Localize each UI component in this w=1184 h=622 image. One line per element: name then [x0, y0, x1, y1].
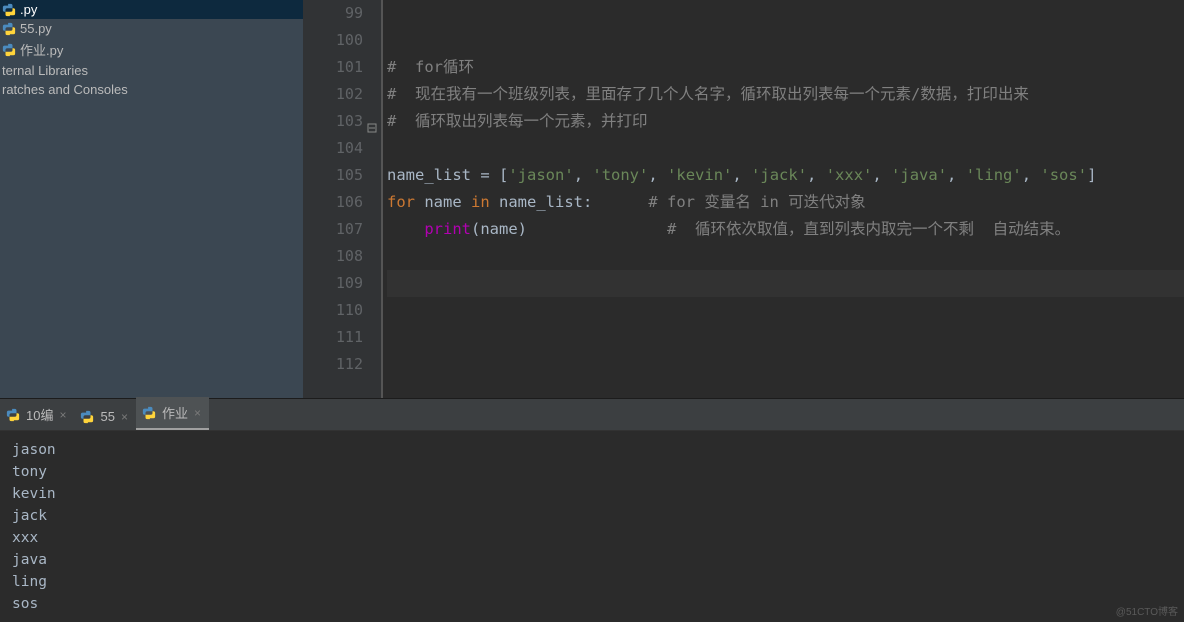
- tree-item[interactable]: 作业.py: [0, 38, 303, 61]
- code-editor[interactable]: 9910010110210310410510610710810911011111…: [303, 0, 1184, 398]
- code-line[interactable]: [387, 270, 1184, 297]
- run-tabs[interactable]: 10编 ×55 ×作业 ×: [0, 399, 1184, 431]
- code-line[interactable]: [387, 243, 1184, 270]
- python-icon: [80, 410, 94, 424]
- run-tab[interactable]: 作业 ×: [136, 397, 209, 430]
- tree-item-label: 作业.py: [20, 40, 63, 59]
- code-line[interactable]: name_list = ['jason', 'tony', 'kevin', '…: [387, 162, 1184, 189]
- run-tab-label: 55: [100, 409, 114, 424]
- line-gutter: 9910010110210310410510610710810911011111…: [303, 0, 383, 398]
- tree-item[interactable]: ratches and Consoles: [0, 80, 303, 99]
- line-number: 112: [303, 351, 363, 378]
- python-icon: [2, 22, 16, 36]
- code-line[interactable]: [387, 324, 1184, 351]
- fold-icon[interactable]: [367, 115, 377, 125]
- code-line[interactable]: print(name) # 循环依次取值，直到列表内取完一个不剩 自动结束。: [387, 216, 1184, 243]
- code-line[interactable]: # 现在我有一个班级列表，里面存了几个人名字，循环取出列表每一个元素/数据，打印…: [387, 81, 1184, 108]
- close-icon[interactable]: ×: [194, 406, 201, 420]
- run-tab[interactable]: 10编 ×: [0, 399, 74, 430]
- project-tree[interactable]: .py 55.py 作业.py ternal Libraries ratches and…: [0, 0, 303, 398]
- line-number: 106: [303, 189, 363, 216]
- tree-item-label: ternal Libraries: [2, 63, 88, 78]
- tree-item[interactable]: 55.py: [0, 19, 303, 38]
- line-number: 108: [303, 243, 363, 270]
- line-number: 105: [303, 162, 363, 189]
- run-panel: 10编 ×55 ×作业 × jason tony kevin jack xxx …: [0, 398, 1184, 622]
- code-line[interactable]: [387, 27, 1184, 54]
- close-icon[interactable]: ×: [59, 408, 66, 422]
- run-tab-label: 10编: [26, 405, 53, 424]
- tree-item-label: ratches and Consoles: [2, 82, 128, 97]
- tree-item[interactable]: ternal Libraries: [0, 61, 303, 80]
- run-output: jason tony kevin jack xxx java ling sos: [0, 431, 1184, 615]
- line-number: 99: [303, 0, 363, 27]
- python-icon: [2, 3, 16, 17]
- line-number: 100: [303, 27, 363, 54]
- line-number: 104: [303, 135, 363, 162]
- line-number: 111: [303, 324, 363, 351]
- code-area[interactable]: # for循环# 现在我有一个班级列表，里面存了几个人名字，循环取出列表每一个元…: [383, 0, 1184, 398]
- tree-item-label: 55.py: [20, 21, 52, 36]
- line-number: 107: [303, 216, 363, 243]
- line-number: 110: [303, 297, 363, 324]
- line-number: 102: [303, 81, 363, 108]
- python-icon: [6, 408, 20, 422]
- close-icon[interactable]: ×: [121, 410, 128, 424]
- python-icon: [142, 406, 156, 420]
- code-line[interactable]: # 循环取出列表每一个元素，并打印: [387, 108, 1184, 135]
- run-tab[interactable]: 55 ×: [74, 403, 135, 430]
- code-line[interactable]: for name in name_list: # for 变量名 in 可迭代对…: [387, 189, 1184, 216]
- run-tab-label: 作业: [162, 403, 188, 422]
- tree-item[interactable]: .py: [0, 0, 303, 19]
- code-line[interactable]: # for循环: [387, 54, 1184, 81]
- line-number: 101: [303, 54, 363, 81]
- code-line[interactable]: [387, 0, 1184, 27]
- code-line[interactable]: [387, 351, 1184, 378]
- code-line[interactable]: [387, 135, 1184, 162]
- line-number: 109: [303, 270, 363, 297]
- tree-item-label: .py: [20, 2, 37, 17]
- code-line[interactable]: [387, 297, 1184, 324]
- python-icon: [2, 43, 16, 57]
- line-number: 103: [303, 108, 363, 135]
- watermark: @51CTO博客: [1116, 603, 1178, 618]
